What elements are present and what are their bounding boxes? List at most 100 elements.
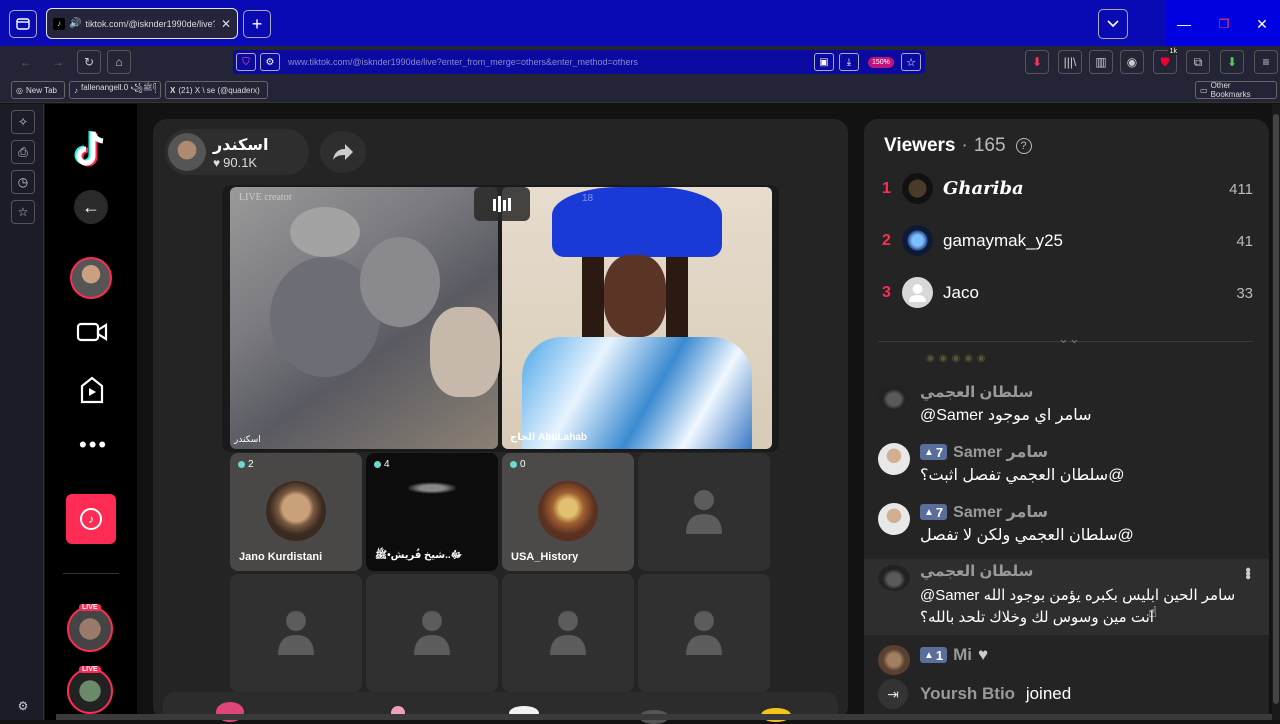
puzzle-icon: ⧉	[1193, 54, 1203, 69]
save-panel-button[interactable]: ⎙	[11, 140, 35, 164]
top-viewer-row[interactable]: 3 Jaco 33	[864, 273, 1269, 313]
tab-list-button[interactable]	[1098, 9, 1128, 39]
back-button[interactable]: ←	[14, 50, 38, 74]
ai-sparkle-button[interactable]: ✧	[11, 110, 35, 134]
speaker-icon[interactable]: 🔊	[69, 18, 81, 29]
empty-seat[interactable]	[638, 453, 770, 571]
video-main-area[interactable]: LIVE creator اسكندر الحاج AbuLahab 18	[222, 185, 779, 452]
guest-name: USA_History	[511, 551, 579, 563]
menu-button[interactable]: ≡	[1254, 50, 1278, 74]
chat-comment[interactable]: ▲ 1 Mi ♥	[864, 641, 1269, 675]
viewer-avatar[interactable]	[902, 173, 933, 204]
live-avatar[interactable]: LIVE	[67, 666, 113, 714]
top-viewer-row[interactable]: 1 𝑮𝒉𝒂𝒓𝒊𝒃𝒂 411	[864, 169, 1269, 209]
new-tab-button[interactable]: +	[243, 10, 271, 38]
chat-comment[interactable]: ▲ 7 Samer سامر سلطان العجمي تفصل اثبت؟@	[864, 441, 1269, 499]
address-bar[interactable]: ⛉ ⚙ www.tiktok.com/@isknder1990de/live?e…	[233, 50, 925, 74]
home-button[interactable]: ⌂	[107, 50, 131, 74]
help-icon[interactable]: ?	[1015, 138, 1032, 154]
bookmarks-panel-button[interactable]: ☆	[11, 200, 35, 224]
minimize-button[interactable]: —	[1172, 12, 1196, 36]
page-scrollbar[interactable]	[1272, 104, 1280, 720]
bookmark-new-tab[interactable]: ◎ New Tab	[11, 81, 65, 99]
viewers-panel: Viewers · 165 ? 1 𝑮𝒉𝒂𝒓𝒊𝒃𝒂 411 2 gamaymak…	[864, 119, 1269, 720]
restore-button[interactable]: ❐	[1212, 12, 1236, 36]
bookmark-star-icon[interactable]: ☆	[901, 53, 921, 71]
guest-avatar[interactable]	[266, 481, 326, 541]
live-studio-icon[interactable]	[76, 320, 108, 350]
live-avatar[interactable]: LIVE	[67, 604, 113, 652]
account-button[interactable]: ◉	[1120, 50, 1144, 74]
viewer-avatar[interactable]	[902, 277, 933, 308]
comment-header: ▲ 7 Samer سامر	[920, 502, 1048, 522]
chat-comment[interactable]: سلطان العجمي @Samer سامر اي موجود	[864, 381, 1269, 439]
reload-button[interactable]: ↻	[77, 50, 101, 74]
person-placeholder-icon	[686, 611, 722, 655]
extensions-button[interactable]: ⧉	[1186, 50, 1210, 74]
tab-close-icon[interactable]: ✕	[221, 17, 231, 31]
chat-comment-hovered[interactable]: سلطان العجمي @Samer سامر الحين ابليس بكب…	[864, 559, 1269, 635]
download-button[interactable]: ⬇	[1220, 50, 1244, 74]
bookmark-x[interactable]: X (21) X \ se (@quaderx)	[165, 81, 268, 99]
forward-button[interactable]: →	[46, 50, 70, 74]
comment-user: Samer سامر	[953, 444, 1049, 461]
browser-titlebar: ♪ 🔊 tiktok.com/@isknder1990de/live? ✕ + …	[0, 0, 1280, 46]
other-bookmarks[interactable]: ▭ Other Bookmarks	[1195, 81, 1277, 99]
empty-seat[interactable]	[366, 574, 498, 692]
empty-seat[interactable]	[638, 574, 770, 692]
url-text[interactable]: www.tiktok.com/@isknder1990de/live?enter…	[288, 57, 808, 67]
tiktok-logo-icon[interactable]	[71, 128, 111, 170]
host-avatar[interactable]	[168, 133, 206, 171]
join-user: Yoursh Btio	[920, 684, 1016, 703]
bookmark-fallenangell[interactable]: ♪fallenangell.0 ꧁ﷺ꧂	[69, 81, 161, 99]
viewer-avatar[interactable]	[902, 225, 933, 256]
pointer-cursor-icon: ☝	[1148, 604, 1158, 621]
hand-shape	[430, 307, 500, 397]
comment-avatar[interactable]	[878, 645, 910, 675]
viewer-name: 𝑮𝒉𝒂𝒓𝒊𝒃𝒂	[943, 178, 1024, 199]
sidebar-toggle-button[interactable]: ▥	[1089, 50, 1113, 74]
history-button[interactable]: ◷	[11, 170, 35, 194]
pocket-button[interactable]: ⬇	[1025, 50, 1049, 74]
pip-icon[interactable]: ▣	[814, 53, 834, 71]
library-button[interactable]: |||\	[1058, 50, 1082, 74]
guest-seat[interactable]: 2 Jano Kurdistani	[230, 453, 362, 571]
comment-avatar[interactable]	[878, 503, 910, 535]
guest-seat[interactable]: 4 ﷻ..ﺷﻴﺦ فُريش•ﷺ	[366, 453, 498, 571]
browser-side-panel: ✧ ⎙ ◷ ☆ ⚙	[0, 104, 44, 720]
comment-more-icon[interactable]: •••	[1238, 567, 1256, 578]
save-page-icon[interactable]: ⤓	[839, 53, 859, 71]
profile-avatar[interactable]	[70, 257, 112, 299]
shield-icon[interactable]: ⛉	[236, 53, 256, 71]
scrollbar-thumb[interactable]	[1273, 114, 1279, 704]
video-right-count: 18	[582, 193, 594, 204]
comment-avatar[interactable]	[878, 443, 910, 475]
close-window-button[interactable]: ✕	[1250, 12, 1274, 36]
guest-seat[interactable]: 0 USA_History	[502, 453, 634, 571]
comment-avatar[interactable]	[878, 565, 910, 591]
host-info-card[interactable]: اسكندر ♥ 90.1K	[165, 129, 309, 175]
zoom-level[interactable]: 150%	[868, 56, 894, 68]
video-right-abulahab[interactable]: الحاج AbuLahab	[502, 187, 772, 449]
empty-seat[interactable]	[502, 574, 634, 692]
audio-level-button[interactable]	[474, 187, 530, 221]
site-settings-icon[interactable]: ⚙	[260, 53, 280, 71]
more-options-icon[interactable]: •••	[79, 432, 108, 458]
extension-ublock-button[interactable]: ⛊ 1k	[1153, 48, 1179, 74]
comment-avatar[interactable]	[878, 385, 910, 411]
expand-chevron-icon[interactable]: ⌄⌄	[1058, 331, 1080, 347]
guest-avatar[interactable]	[538, 481, 598, 541]
browser-tab-tiktok[interactable]: ♪ 🔊 tiktok.com/@isknder1990de/live? ✕	[46, 8, 238, 39]
top-viewer-row[interactable]: 2 gamaymak_y25 41	[864, 221, 1269, 261]
explore-videos-icon[interactable]	[78, 376, 106, 409]
empty-seat[interactable]	[230, 574, 362, 692]
panel-settings-button[interactable]: ⚙	[11, 694, 35, 718]
tab-overview-button[interactable]	[9, 10, 37, 38]
chat-comment[interactable]: ▲ 7 Samer سامر سلطان العجمي ولكن لا تفصل@	[864, 501, 1269, 559]
comment-user: Mi	[953, 645, 973, 664]
go-live-button[interactable]: ♪	[66, 494, 116, 544]
back-arrow-button[interactable]: ←	[74, 190, 108, 224]
share-button[interactable]	[320, 131, 366, 173]
video-left-kittens[interactable]: LIVE creator اسكندر	[230, 187, 500, 449]
horizontal-scrollbar[interactable]	[56, 714, 1272, 720]
